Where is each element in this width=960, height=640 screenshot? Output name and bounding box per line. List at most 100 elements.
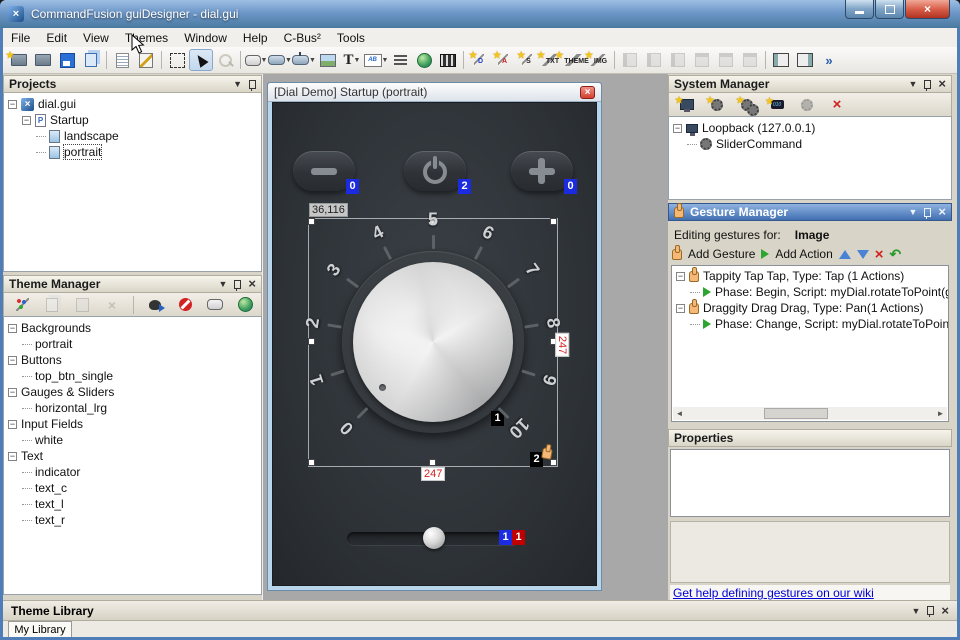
tree-item-phase-begin-script-mydial-ro[interactable]: Phase: Begin, Script: myDial.rotateToPoi… xyxy=(672,284,948,300)
tree-item-landscape[interactable]: landscape xyxy=(4,128,261,144)
theme-wizard-button[interactable]: THEME★ xyxy=(563,49,587,71)
pin-icon[interactable] xyxy=(927,606,934,615)
add-action-button[interactable]: Add Action xyxy=(775,247,832,261)
resize-handle[interactable] xyxy=(308,459,315,466)
tree-item-buttons[interactable]: −Buttons xyxy=(4,352,261,368)
power-button[interactable] xyxy=(404,151,466,191)
browse-themes-online-button[interactable] xyxy=(233,294,257,316)
input-tool-button[interactable]: AB▼ xyxy=(364,49,388,71)
tree-item-white[interactable]: white xyxy=(4,432,261,448)
preview-button-theme-button[interactable] xyxy=(203,294,227,316)
close-icon[interactable]: × xyxy=(938,79,946,89)
collapse-icon[interactable]: − xyxy=(8,100,17,109)
collapse-icon[interactable]: − xyxy=(22,116,31,125)
dropdown-icon[interactable]: ▼ xyxy=(285,57,292,64)
resize-handle[interactable] xyxy=(308,218,315,225)
menu-themes[interactable]: Themes xyxy=(117,28,176,47)
new-project-button[interactable]: ★ xyxy=(7,49,31,71)
apply-theme-button[interactable] xyxy=(143,294,167,316)
clear-theme-button[interactable] xyxy=(173,294,197,316)
resize-handle[interactable] xyxy=(550,218,557,225)
pin-icon[interactable] xyxy=(249,80,256,89)
collapse-icon[interactable]: − xyxy=(8,324,17,333)
tree-item-portrait[interactable]: portrait xyxy=(4,336,261,352)
collapse-icon[interactable]: − xyxy=(8,388,17,397)
tree-item-tappity-tap-tap-type-tap-1-a[interactable]: −Tappity Tap Tap, Type: Tap (1 Actions) xyxy=(672,268,948,284)
close-icon[interactable]: × xyxy=(938,207,946,217)
tree-item-gauges-sliders[interactable]: −Gauges & Sliders xyxy=(4,384,261,400)
marquee-select-tool-button[interactable] xyxy=(165,49,189,71)
dropdown-icon[interactable]: ▼ xyxy=(354,57,361,64)
dock-panel-left-button[interactable] xyxy=(769,49,793,71)
delete-gesture-button[interactable]: × xyxy=(875,246,884,263)
panel-menu-icon[interactable]: ▼ xyxy=(908,207,917,217)
pin-icon[interactable] xyxy=(924,80,931,89)
resize-handle[interactable] xyxy=(429,459,436,466)
copy-pages-button[interactable] xyxy=(79,49,103,71)
add-system-button[interactable]: ★ xyxy=(675,94,699,116)
menu-view[interactable]: View xyxy=(75,28,117,47)
tree-item-portrait[interactable]: portrait xyxy=(4,144,261,160)
horizontal-scrollbar[interactable]: ◄ ► xyxy=(673,407,947,420)
restore-button[interactable] xyxy=(875,0,904,19)
slider-tool-button[interactable]: ▼ xyxy=(268,49,292,71)
new-theme-item-button[interactable] xyxy=(10,294,34,316)
close-button[interactable]: × xyxy=(905,0,950,19)
image-wizard-button[interactable]: IMG★ xyxy=(587,49,611,71)
dropdown-icon[interactable]: ▼ xyxy=(261,57,268,64)
close-icon[interactable]: × xyxy=(248,279,256,289)
menu-file[interactable]: File xyxy=(3,28,38,47)
text-tool-button[interactable]: T▼ xyxy=(340,49,364,71)
close-icon[interactable]: × xyxy=(941,606,949,616)
tree-item-indicator[interactable]: indicator xyxy=(4,464,261,480)
action-wizard-button[interactable]: A★ xyxy=(491,49,515,71)
tree-item-input-fields[interactable]: −Input Fields xyxy=(4,416,261,432)
gestures-wiki-link[interactable]: Get help defining gestures on our wiki xyxy=(673,586,874,600)
minimize-button[interactable] xyxy=(845,0,874,19)
add-gesture-button[interactable]: Add Gesture xyxy=(688,247,755,261)
tree-item-phase-change-script-mydial-r[interactable]: Phase: Change, Script: myDial.rotateToPo… xyxy=(672,316,948,332)
collapse-icon[interactable]: − xyxy=(8,420,17,429)
menu-window[interactable]: Window xyxy=(176,28,235,47)
save-project-button[interactable] xyxy=(55,49,79,71)
dropdown-icon[interactable]: ▼ xyxy=(309,57,316,64)
image-tool-button[interactable] xyxy=(316,49,340,71)
scroll-right-icon[interactable]: ► xyxy=(934,407,947,420)
menu-c-bus[interactable]: C-Bus² xyxy=(276,28,329,47)
open-project-button[interactable] xyxy=(31,49,55,71)
tree-item-text-r[interactable]: text_r xyxy=(4,512,261,528)
tree-item-horizontal-lrg[interactable]: horizontal_lrg xyxy=(4,400,261,416)
panel-menu-icon[interactable]: ▼ xyxy=(233,79,242,89)
menu-help[interactable]: Help xyxy=(235,28,276,47)
delete-system-item-button[interactable]: × xyxy=(825,94,849,116)
undo-button[interactable]: ↶ xyxy=(890,248,902,260)
tree-item-loopback-127-0-0-1[interactable]: −Loopback (127.0.0.1) xyxy=(669,120,951,136)
move-down-button[interactable] xyxy=(857,250,869,259)
collapse-icon[interactable]: − xyxy=(676,272,685,281)
tree-item-text-c[interactable]: text_c xyxy=(4,480,261,496)
canvas-close-button[interactable]: × xyxy=(580,86,595,99)
add-command-button[interactable]: ★ xyxy=(705,94,729,116)
collapse-icon[interactable]: − xyxy=(676,304,685,313)
collapse-icon[interactable]: − xyxy=(673,124,682,133)
button-tool-button[interactable]: ▼ xyxy=(244,49,268,71)
tab-my-library[interactable]: My Library xyxy=(8,621,72,637)
canvas-title-bar[interactable]: [Dial Demo] Startup (portrait) × xyxy=(268,83,601,102)
tree-item-backgrounds[interactable]: −Backgrounds xyxy=(4,320,261,336)
collapse-icon[interactable]: − xyxy=(8,452,17,461)
tree-item-top-btn-single[interactable]: top_btn_single xyxy=(4,368,261,384)
tree-item-text-l[interactable]: text_l xyxy=(4,496,261,512)
tree-item-text[interactable]: −Text xyxy=(4,448,261,464)
list-tool-button[interactable] xyxy=(388,49,412,71)
tree-item-startup[interactable]: −PStartup xyxy=(4,112,261,128)
gauge-tool-button[interactable]: ▼ xyxy=(292,49,316,71)
add-feedback-button[interactable]: 010★ xyxy=(765,94,789,116)
web-tool-button[interactable] xyxy=(412,49,436,71)
toolbar-overflow-button[interactable]: » xyxy=(817,49,841,71)
video-tool-button[interactable] xyxy=(436,49,460,71)
pin-icon[interactable] xyxy=(234,280,241,289)
panel-menu-icon[interactable]: ▼ xyxy=(911,606,920,616)
scrollbar-thumb[interactable] xyxy=(764,408,828,419)
add-macro-button[interactable]: ★ xyxy=(735,94,759,116)
resize-handle[interactable] xyxy=(550,459,557,466)
